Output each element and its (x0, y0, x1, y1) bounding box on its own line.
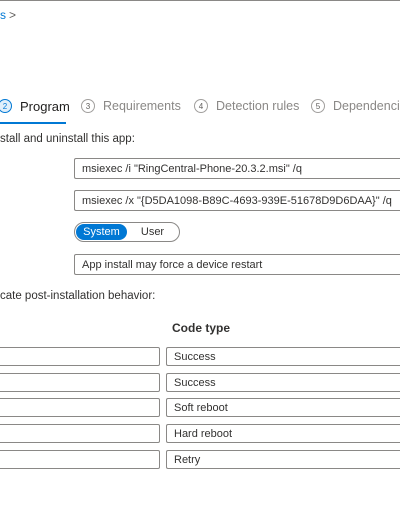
code-type-select[interactable]: Success (166, 347, 400, 366)
step-number: 3 (81, 99, 95, 113)
device-restart-select[interactable]: App install may force a device restart (74, 254, 400, 275)
breadcrumb[interactable]: s > (0, 8, 16, 22)
install-behavior-system[interactable]: System (76, 224, 127, 240)
install-behavior-user[interactable]: User (127, 224, 178, 240)
step-label: Dependencies (333, 99, 400, 113)
chevron-right-icon: > (9, 8, 17, 22)
return-code-input[interactable] (0, 373, 160, 392)
return-code-input[interactable] (0, 398, 160, 417)
code-type-select[interactable]: Hard reboot (166, 424, 400, 443)
code-type-select[interactable]: Retry (166, 450, 400, 469)
active-tab-indicator (0, 122, 66, 124)
top-border (0, 0, 400, 1)
code-type-select[interactable]: Success (166, 373, 400, 392)
code-type-header: Code type (172, 321, 231, 335)
install-behavior-toggle[interactable]: System User (74, 222, 180, 242)
tab-program[interactable]: 2 Program (0, 96, 70, 116)
install-command-input[interactable]: msiexec /i "RingCentral-Phone-20.3.2.msi… (74, 158, 400, 179)
return-code-input[interactable] (0, 424, 160, 443)
step-label: Program (20, 98, 70, 114)
return-codes-intro: cate post-installation behavior: (0, 290, 156, 302)
code-type-select[interactable]: Soft reboot (166, 398, 400, 417)
breadcrumb-link[interactable]: s (0, 8, 6, 22)
tab-detection-rules[interactable]: 4 Detection rules (194, 96, 299, 116)
step-number: 5 (311, 99, 325, 113)
return-code-input[interactable] (0, 347, 160, 366)
uninstall-command-input[interactable]: msiexec /x "{D5DA1098-B89C-4693-939E-516… (74, 190, 400, 211)
step-number: 4 (194, 99, 208, 113)
tab-requirements[interactable]: 3 Requirements (81, 96, 181, 116)
return-code-input[interactable] (0, 450, 160, 469)
tab-dependencies[interactable]: 5 Dependencies (311, 96, 400, 116)
step-label: Requirements (103, 99, 181, 113)
step-label: Detection rules (216, 99, 300, 113)
program-intro: stall and uninstall this app: (0, 133, 135, 145)
step-number: 2 (0, 99, 12, 113)
